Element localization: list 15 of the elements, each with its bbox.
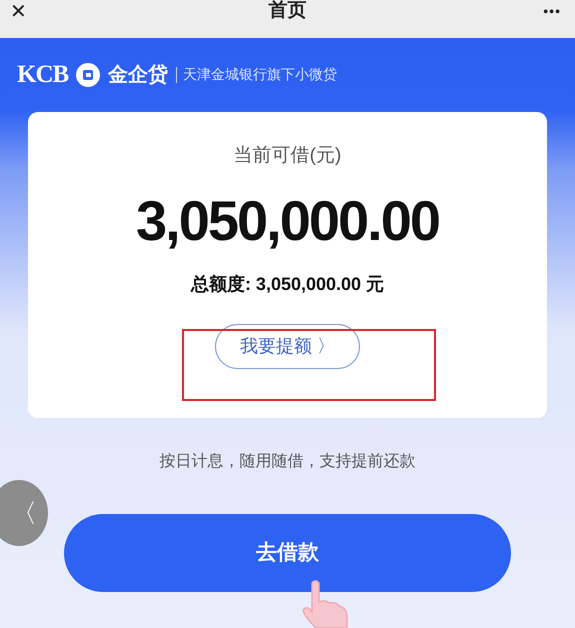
available-label: 当前可借(元) <box>232 144 342 168</box>
total-limit: 总额度: 3,050,000.00 元 <box>190 272 386 296</box>
logo-icon <box>76 63 100 87</box>
more-button[interactable]: ••• <box>543 4 561 18</box>
brand-logo: KCB <box>17 60 68 90</box>
page-title: 首页 <box>268 0 308 23</box>
tagline: 天津金城银行旗下小微贷 <box>176 67 338 83</box>
available-amount: 3,050,000.00 <box>135 188 440 254</box>
borrow-button[interactable]: 去借款 <box>64 514 511 592</box>
product-name: 金企贷 <box>108 63 168 88</box>
back-button[interactable]: 〈 <box>0 480 48 546</box>
loan-note: 按日计息，随用随借，支持提前还款 <box>158 452 416 472</box>
raise-limit-button[interactable]: 我要提额 〉 <box>214 324 360 368</box>
close-button[interactable]: ✕ <box>10 2 27 22</box>
hand-pointer-icon <box>302 580 348 628</box>
